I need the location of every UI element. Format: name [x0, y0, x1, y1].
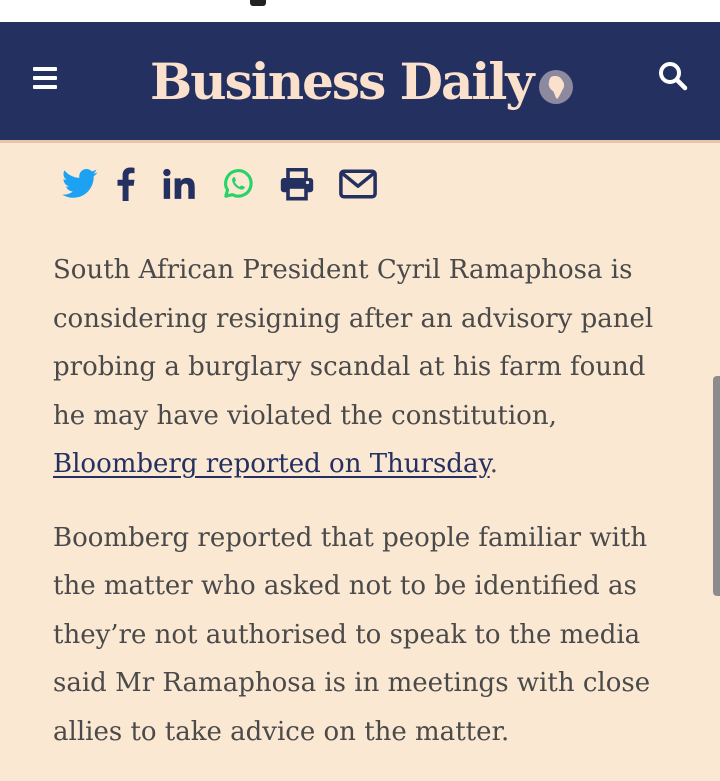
share-email-button[interactable]: [338, 162, 378, 206]
twitter-icon: [62, 169, 98, 198]
share-twitter-button[interactable]: [60, 162, 100, 206]
scrollbar-thumb[interactable]: [713, 376, 720, 596]
whatsapp-icon: [224, 169, 253, 198]
paragraph-text: South African President Cyril Ramaphosa …: [53, 255, 654, 431]
menu-button[interactable]: [30, 64, 62, 92]
hamburger-menu-icon: [33, 67, 57, 71]
share-whatsapp-button[interactable]: [220, 162, 256, 206]
print-icon: [280, 167, 314, 201]
brand-logo-link[interactable]: Business Daily: [150, 46, 574, 116]
article-paragraph: South African President Cyril Ramaphosa …: [53, 246, 668, 489]
search-button[interactable]: [655, 58, 691, 94]
article-paragraph: Boomberg reported that people familiar w…: [53, 522, 651, 747]
paragraph-end: .: [489, 449, 498, 479]
status-icon: [250, 0, 266, 6]
bloomberg-report-link[interactable]: Bloomberg reported on Thursday: [53, 449, 490, 479]
share-linkedin-button[interactable]: [162, 162, 198, 206]
share-bar: [60, 162, 378, 206]
facebook-icon: [117, 167, 135, 201]
email-icon: [339, 169, 377, 199]
article-body: South African President Cyril Ramaphosa …: [53, 246, 668, 781]
share-facebook-button[interactable]: [116, 162, 136, 206]
globe-logo-icon: [539, 70, 574, 104]
brand-name: Business Daily: [150, 51, 534, 111]
search-icon: [659, 62, 688, 91]
status-bar: [0, 0, 720, 22]
linkedin-icon: [163, 168, 195, 199]
print-button[interactable]: [278, 162, 316, 206]
site-header: Business Daily: [0, 22, 720, 142]
header-divider: [0, 140, 720, 143]
